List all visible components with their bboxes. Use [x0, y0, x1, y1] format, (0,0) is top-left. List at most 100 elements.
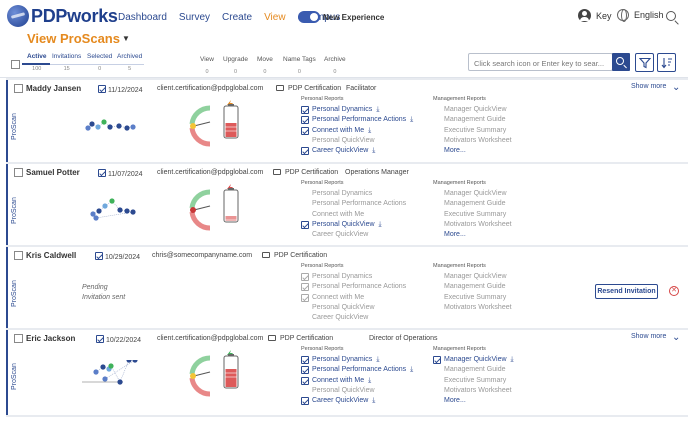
action-view[interactable]: View 0	[200, 56, 214, 75]
report-item[interactable]: Personal Dynamics	[301, 189, 406, 199]
report-checkbox[interactable]	[301, 126, 309, 135]
report-item[interactable]: Management Guide	[433, 365, 514, 375]
select-all-checkbox[interactable]	[11, 60, 20, 69]
report-item[interactable]: Personal Performance Actions	[301, 199, 406, 209]
folder-label[interactable]: PDP Certification	[276, 85, 341, 92]
report-checkbox[interactable]	[433, 377, 441, 385]
report-checkbox[interactable]	[301, 200, 309, 208]
nav-survey[interactable]: Survey	[179, 12, 210, 23]
filter-button[interactable]	[635, 53, 654, 72]
download-icon[interactable]: ⤓	[410, 115, 413, 125]
tab-archived[interactable]: Archived 5	[117, 53, 142, 72]
key-menu[interactable]: Key	[578, 9, 612, 22]
report-item[interactable]: Motivators Worksheet	[433, 220, 512, 230]
download-icon[interactable]: ⤓	[376, 105, 379, 115]
nav-create[interactable]: Create	[222, 12, 252, 23]
download-icon[interactable]: ⤓	[368, 126, 371, 136]
report-checkbox[interactable]	[433, 221, 441, 229]
report-item[interactable]: Motivators Worksheet	[433, 386, 514, 396]
report-checkbox[interactable]	[433, 127, 441, 135]
download-icon[interactable]: ⤓	[379, 220, 382, 230]
download-icon[interactable]: ⤓	[376, 355, 379, 365]
search-button[interactable]	[612, 53, 630, 71]
report-checkbox[interactable]	[433, 211, 441, 219]
proscan-search-input[interactable]: Click search icon or Enter key to sear..…	[468, 53, 613, 71]
report-checkbox[interactable]	[301, 387, 309, 395]
report-checkbox[interactable]	[301, 293, 309, 302]
expand-chevron-icon[interactable]: ⌄	[672, 332, 680, 343]
more-reports-link[interactable]: More...	[433, 230, 512, 240]
card-select-checkbox[interactable]	[14, 251, 23, 260]
report-item[interactable]: Personal QuickView	[301, 136, 413, 146]
download-icon[interactable]: ⤓	[372, 396, 375, 406]
action-archive[interactable]: Archive 0	[324, 56, 346, 75]
report-checkbox[interactable]	[301, 211, 309, 219]
report-item[interactable]: Personal Performance Actions	[301, 282, 406, 292]
report-checkbox[interactable]	[301, 376, 309, 385]
nav-dashboard[interactable]: Dashboard	[118, 12, 167, 23]
nav-view[interactable]: View	[264, 12, 286, 23]
expand-chevron-icon[interactable]: ⌄	[672, 82, 680, 93]
respondent-name[interactable]: Kris Caldwell	[26, 251, 76, 260]
report-checkbox[interactable]	[301, 106, 309, 115]
resend-invitation-button[interactable]: Resend Invitation	[595, 284, 658, 299]
report-checkbox[interactable]	[301, 137, 309, 145]
tab-selected[interactable]: Selected 0	[87, 53, 112, 72]
report-checkbox[interactable]	[433, 294, 441, 302]
folder-label[interactable]: PDP Certification	[262, 252, 327, 259]
report-checkbox[interactable]	[433, 200, 441, 208]
report-checkbox[interactable]	[433, 116, 441, 124]
download-icon[interactable]: ⤓	[368, 376, 371, 386]
report-checkbox[interactable]	[433, 190, 441, 198]
report-item[interactable]: Executive Summary	[433, 293, 512, 303]
report-checkbox[interactable]	[301, 221, 309, 230]
language-menu[interactable]: English	[617, 9, 664, 22]
folder-label[interactable]: PDP Certification	[273, 169, 338, 176]
tab-invitations[interactable]: Invitations 15	[52, 53, 81, 72]
report-checkbox[interactable]	[433, 137, 441, 145]
report-checkbox[interactable]	[301, 190, 309, 198]
more-reports-link[interactable]: More...	[433, 396, 514, 406]
report-item[interactable]: Manager QuickView ⤓	[433, 355, 514, 365]
report-item[interactable]: Executive Summary	[433, 126, 512, 136]
download-icon[interactable]: ⤓	[410, 365, 413, 375]
report-item[interactable]: Management Guide	[433, 115, 512, 125]
download-icon[interactable]: ⤓	[372, 146, 375, 156]
report-item[interactable]: Personal Dynamics	[301, 272, 406, 282]
download-icon[interactable]: ⤓	[511, 355, 514, 365]
report-item[interactable]: Career QuickView ⤓	[301, 146, 413, 156]
report-item[interactable]: Management Guide	[433, 282, 512, 292]
report-checkbox[interactable]	[433, 273, 441, 281]
more-reports-link[interactable]: More...	[433, 146, 512, 156]
show-more-link[interactable]: Show more	[631, 333, 666, 340]
report-item[interactable]: Executive Summary	[433, 210, 512, 220]
report-item[interactable]: Connect with Me	[301, 210, 406, 220]
report-item[interactable]: Motivators Worksheet	[433, 136, 512, 146]
report-item[interactable]: Personal QuickView	[301, 303, 406, 313]
sort-button[interactable]	[657, 53, 676, 72]
report-checkbox[interactable]	[301, 356, 309, 365]
report-checkbox[interactable]	[301, 273, 309, 282]
action-upgrade[interactable]: Upgrade 0	[223, 56, 248, 75]
report-checkbox[interactable]	[301, 283, 309, 292]
report-checkbox[interactable]	[301, 314, 309, 322]
report-item[interactable]: Personal Dynamics ⤓	[301, 355, 413, 365]
respondent-name[interactable]: Maddy Jansen	[26, 84, 81, 93]
card-select-checkbox[interactable]	[14, 84, 23, 93]
report-checkbox[interactable]	[301, 397, 309, 406]
respondent-name[interactable]: Samuel Potter	[26, 168, 80, 177]
action-move[interactable]: Move 0	[257, 56, 273, 75]
report-checkbox[interactable]	[301, 366, 309, 375]
report-checkbox[interactable]	[433, 366, 441, 374]
report-item[interactable]: Career QuickView ⤓	[301, 396, 413, 406]
report-checkbox[interactable]	[301, 304, 309, 312]
new-experience-toggle[interactable]	[298, 11, 320, 23]
report-item[interactable]: Management Guide	[433, 199, 512, 209]
report-item[interactable]: Connect with Me ⤓	[301, 126, 413, 136]
report-item[interactable]: Motivators Worksheet	[433, 303, 512, 313]
title-dropdown-caret-icon[interactable]: ▼	[122, 34, 130, 43]
report-checkbox[interactable]	[301, 147, 309, 156]
report-checkbox[interactable]	[433, 283, 441, 291]
report-item[interactable]: Executive Summary	[433, 376, 514, 386]
report-item[interactable]: Personal QuickView ⤓	[301, 220, 406, 230]
